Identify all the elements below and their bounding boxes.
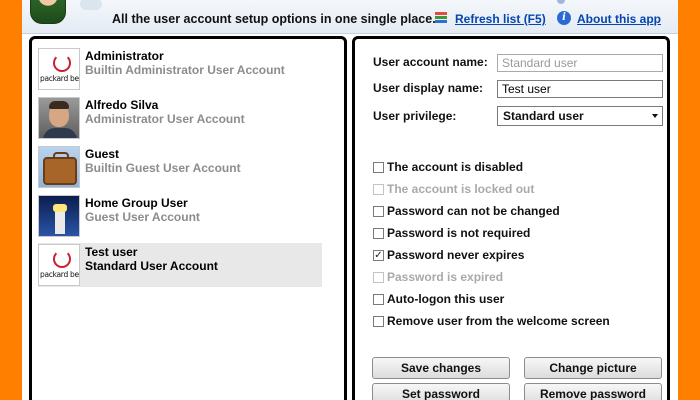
chevron-down-icon (652, 114, 658, 118)
user-details-panel: User account name: User display name: Us… (352, 36, 670, 400)
checkbox-checked[interactable]: ✓ (373, 250, 384, 261)
user-name: Test user (85, 245, 138, 259)
checkbox[interactable] (373, 206, 384, 217)
privilege-value: Standard user (503, 109, 584, 123)
packard-bell-logo-icon: packard bell (38, 244, 80, 286)
user-item-home-group-user[interactable]: Home Group User Guest User Account (38, 194, 322, 238)
privilege-select[interactable]: Standard user (497, 106, 663, 126)
account-name-label: User account name: (373, 55, 488, 69)
header-banner: All the user account setup options in on… (22, 0, 678, 34)
checkbox (373, 272, 384, 283)
app-window: All the user account setup options in on… (22, 0, 678, 400)
decorative-icon (80, 0, 102, 10)
checkbox (373, 184, 384, 195)
option-label: The account is locked out (387, 182, 535, 196)
lighthouse-icon (38, 195, 80, 237)
user-item-guest[interactable]: Guest Builtin Guest User Account (38, 145, 322, 189)
refresh-list-link[interactable]: Refresh list (F5) (455, 12, 546, 26)
user-name: Guest (85, 147, 120, 161)
save-changes-button[interactable]: Save changes (372, 357, 510, 379)
user-name: Administrator (85, 49, 164, 63)
user-name: Alfredo Silva (85, 98, 159, 112)
privilege-label: User privilege: (373, 109, 457, 123)
user-description: Builtin Administrator User Account (85, 63, 285, 77)
user-name: Home Group User (85, 196, 188, 210)
user-description: Guest User Account (85, 210, 200, 224)
option-label: Password never expires (387, 248, 525, 262)
user-description: Administrator User Account (85, 112, 245, 126)
option-label: Password can not be changed (387, 204, 560, 218)
packard-bell-logo-icon: packard bell (38, 48, 80, 90)
info-icon[interactable]: i (557, 11, 571, 25)
suitcase-icon (38, 146, 80, 188)
option-label: The account is disabled (387, 160, 524, 174)
option-label: Password is expired (387, 270, 504, 284)
person-photo-icon (38, 97, 80, 139)
header-subtitle: All the user account setup options in on… (112, 12, 436, 26)
option-label: Remove user from the welcome screen (387, 314, 610, 328)
refresh-icon[interactable] (434, 11, 448, 25)
account-name-field[interactable] (497, 54, 663, 72)
user-item-test-user[interactable]: packard bell Test user Standard User Acc… (38, 243, 322, 287)
about-app-link[interactable]: About this app (577, 12, 661, 26)
display-name-field[interactable] (497, 80, 663, 98)
set-password-button[interactable]: Set password (372, 383, 510, 400)
option-label: Password is not required (387, 226, 531, 240)
user-description: Builtin Guest User Account (85, 161, 241, 175)
checkbox[interactable] (373, 162, 384, 173)
checkbox[interactable] (373, 294, 384, 305)
user-list-panel: packard bell Administrator Builtin Admin… (29, 36, 347, 400)
option-label: Auto-logon this user (387, 292, 505, 306)
user-item-alfredo-silva[interactable]: Alfredo Silva Administrator User Account (38, 96, 322, 140)
user-description: Standard User Account (85, 259, 218, 273)
user-item-administrator[interactable]: packard bell Administrator Builtin Admin… (38, 47, 322, 91)
change-picture-button[interactable]: Change picture (524, 357, 662, 379)
app-logo-icon (30, 0, 66, 24)
display-name-label: User display name: (373, 81, 484, 95)
decorative-dot-icon (557, 0, 565, 4)
remove-password-button[interactable]: Remove password (524, 383, 662, 400)
checkbox[interactable] (373, 316, 384, 327)
checkbox[interactable] (373, 228, 384, 239)
